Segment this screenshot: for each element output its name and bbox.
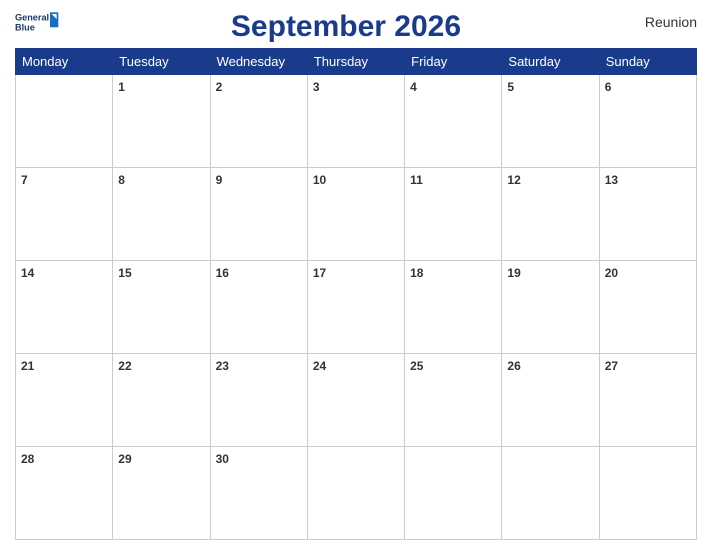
calendar-cell: 16: [210, 261, 307, 354]
svg-text:Blue: Blue: [15, 23, 35, 33]
calendar-header: General Blue September 2026 Reunion: [15, 10, 697, 44]
day-number: 6: [605, 80, 612, 94]
day-number: 15: [118, 266, 131, 280]
header-wednesday: Wednesday: [210, 49, 307, 75]
calendar-cell: 15: [113, 261, 210, 354]
month-title: September 2026: [65, 10, 627, 44]
header-sunday: Sunday: [599, 49, 696, 75]
calendar-cell: 2: [210, 75, 307, 168]
day-number: 19: [507, 266, 520, 280]
weekday-header-row: Monday Tuesday Wednesday Thursday Friday…: [16, 49, 697, 75]
calendar-cell: 18: [405, 261, 502, 354]
day-number: 18: [410, 266, 423, 280]
calendar-week-3: 14 15 16 17 18 19 20: [16, 261, 697, 354]
day-number: 5: [507, 80, 514, 94]
calendar-cell: 6: [599, 75, 696, 168]
day-number: 26: [507, 359, 520, 373]
calendar-cell: 21: [16, 354, 113, 447]
day-number: 20: [605, 266, 618, 280]
calendar-table: Monday Tuesday Wednesday Thursday Friday…: [15, 48, 697, 540]
day-number: 11: [410, 173, 423, 187]
calendar-cell: 3: [307, 75, 404, 168]
calendar-cell: 20: [599, 261, 696, 354]
day-number: 14: [21, 266, 34, 280]
day-number: 25: [410, 359, 423, 373]
calendar-cell: 11: [405, 168, 502, 261]
calendar-cell: 28: [16, 447, 113, 540]
header-thursday: Thursday: [307, 49, 404, 75]
day-number: 28: [21, 452, 34, 466]
day-number: 24: [313, 359, 326, 373]
calendar-cell: 25: [405, 354, 502, 447]
day-number: 16: [216, 266, 229, 280]
day-number: 22: [118, 359, 131, 373]
calendar-cell: [405, 447, 502, 540]
logo-icon: General Blue: [15, 10, 65, 38]
calendar-cell: 19: [502, 261, 599, 354]
day-number: 27: [605, 359, 618, 373]
day-number: 30: [216, 452, 229, 466]
calendar-week-4: 21 22 23 24 25 26 27: [16, 354, 697, 447]
day-number: 10: [313, 173, 326, 187]
calendar-cell: 10: [307, 168, 404, 261]
day-number: 13: [605, 173, 618, 187]
title-area: September 2026: [65, 10, 627, 44]
calendar-cell: 12: [502, 168, 599, 261]
day-number: 12: [507, 173, 520, 187]
svg-text:General: General: [15, 13, 49, 23]
calendar-body: 1234567891011121314151617181920212223242…: [16, 75, 697, 540]
calendar-cell: 26: [502, 354, 599, 447]
day-number: 4: [410, 80, 417, 94]
day-number: 3: [313, 80, 320, 94]
day-number: 9: [216, 173, 223, 187]
calendar-cell: 9: [210, 168, 307, 261]
day-number: 23: [216, 359, 229, 373]
calendar-cell: [502, 447, 599, 540]
day-number: 29: [118, 452, 131, 466]
day-number: 7: [21, 173, 28, 187]
calendar-cell: 29: [113, 447, 210, 540]
day-number: 1: [118, 80, 125, 94]
header-saturday: Saturday: [502, 49, 599, 75]
region-label: Reunion: [627, 10, 697, 30]
day-number: 2: [216, 80, 223, 94]
calendar-cell: [307, 447, 404, 540]
calendar-cell: 24: [307, 354, 404, 447]
calendar-week-5: 28 29 30: [16, 447, 697, 540]
day-number: 17: [313, 266, 326, 280]
day-number: 8: [118, 173, 125, 187]
calendar-cell: 7: [16, 168, 113, 261]
calendar-week-1: 1 2 3 4 5 6: [16, 75, 697, 168]
calendar-cell: 27: [599, 354, 696, 447]
calendar-cell: 1: [113, 75, 210, 168]
calendar-cell: 8: [113, 168, 210, 261]
calendar-cell: 4: [405, 75, 502, 168]
calendar-cell: [599, 447, 696, 540]
calendar-cell: [16, 75, 113, 168]
calendar-cell: 14: [16, 261, 113, 354]
calendar-cell: 22: [113, 354, 210, 447]
header-friday: Friday: [405, 49, 502, 75]
calendar-cell: 17: [307, 261, 404, 354]
header-monday: Monday: [16, 49, 113, 75]
day-number: 21: [21, 359, 34, 373]
calendar-cell: 30: [210, 447, 307, 540]
logo: General Blue: [15, 10, 65, 38]
calendar-cell: 13: [599, 168, 696, 261]
calendar-cell: 5: [502, 75, 599, 168]
calendar-cell: 23: [210, 354, 307, 447]
calendar-week-2: 7 8 9 10 11 12 13: [16, 168, 697, 261]
header-tuesday: Tuesday: [113, 49, 210, 75]
